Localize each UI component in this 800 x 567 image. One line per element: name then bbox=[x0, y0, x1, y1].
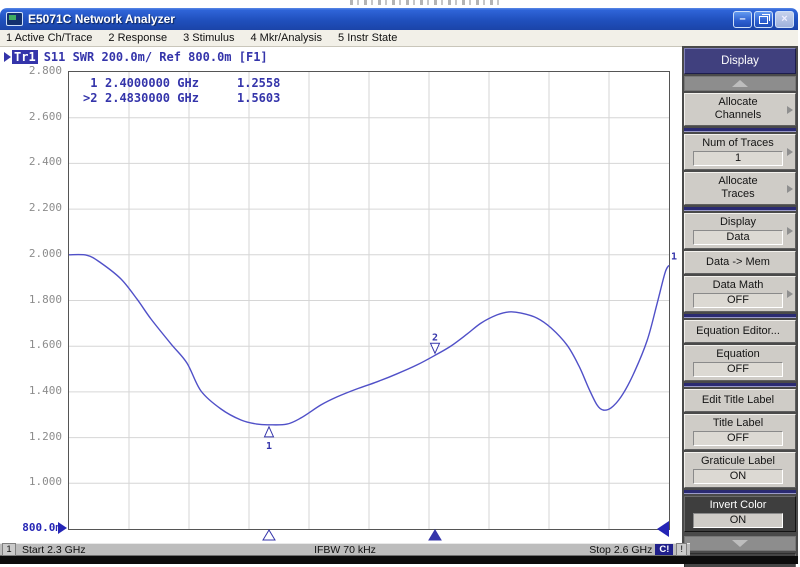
reference-level-pointer-right-icon bbox=[657, 521, 669, 537]
softkey-equation-value: OFF bbox=[693, 362, 783, 377]
menu-item-5[interactable]: 5 Instr State bbox=[338, 32, 397, 44]
softkey-num-of-traces-value: 1 bbox=[693, 151, 783, 166]
bottom-strip bbox=[0, 556, 798, 564]
softkey-menu-title: Display bbox=[684, 48, 796, 74]
softkey-separator bbox=[684, 383, 796, 387]
submenu-arrow-icon bbox=[787, 148, 793, 156]
graph-region: Tr1 S11 SWR 200.0m/ Ref 800.0m [F1] 2.80… bbox=[0, 47, 682, 545]
softkey-data-to-mem[interactable]: Data -> Mem bbox=[684, 251, 796, 274]
softkey-sidebar: Display AllocateChannels Num of Traces1Al… bbox=[682, 46, 798, 556]
window-titlebar: E5071C Network Analyzer – × bbox=[0, 8, 798, 30]
trace-format-text: S11 SWR 200.0m/ Ref 800.0m [F1] bbox=[44, 50, 268, 64]
swr-chart: 121 bbox=[69, 72, 669, 529]
softkey-display-data[interactable]: DisplayData bbox=[684, 213, 796, 249]
app-icon bbox=[6, 12, 23, 26]
submenu-arrow-icon bbox=[787, 185, 793, 193]
softkey-invert-color[interactable]: Invert ColorON bbox=[684, 496, 796, 532]
y-axis-tick-label: 1.000 bbox=[0, 475, 62, 488]
marker-readout-row: 12.4000000 GHz1.2558 bbox=[83, 76, 280, 91]
marker-2-stimulus-indicator[interactable] bbox=[429, 530, 441, 540]
close-button[interactable]: × bbox=[775, 11, 794, 28]
softkey-scroll-up[interactable] bbox=[684, 76, 796, 91]
svg-text:2: 2 bbox=[432, 332, 438, 343]
softkey-invert-color-value: ON bbox=[693, 513, 783, 528]
softkey-num-of-traces[interactable]: Num of Traces1 bbox=[684, 134, 796, 170]
stop-frequency-label: Stop 2.6 GHz bbox=[589, 544, 652, 556]
softkey-scroll-down[interactable] bbox=[684, 536, 796, 551]
softkey-edit-title-label[interactable]: Edit Title Label bbox=[684, 389, 796, 412]
y-axis-tick-label: 800.0m bbox=[0, 521, 62, 534]
softkey-allocate-channels[interactable]: AllocateChannels bbox=[684, 93, 796, 126]
y-axis-tick-label: 1.800 bbox=[0, 293, 62, 306]
softkey-graticule-label-value: ON bbox=[693, 469, 783, 484]
menu-item-4[interactable]: 4 Mkr/Analysis bbox=[250, 32, 322, 44]
softkey-graticule-label[interactable]: Graticule LabelON bbox=[684, 452, 796, 488]
warning-badge: ! bbox=[676, 543, 687, 556]
scroll-up-icon bbox=[732, 80, 748, 87]
softkey-separator bbox=[684, 207, 796, 211]
status-bar: 1 Start 2.3 GHz IFBW 70 kHz Stop 2.6 GHz… bbox=[0, 543, 690, 556]
softkey-data-math[interactable]: Data MathOFF bbox=[684, 276, 796, 312]
softkey-separator bbox=[684, 490, 796, 494]
y-axis-tick-label: 2.600 bbox=[0, 110, 62, 123]
trace-end-number: 1 bbox=[671, 251, 677, 262]
softkey-title-label[interactable]: Title LabelOFF bbox=[684, 414, 796, 450]
softkey-title-label-value: OFF bbox=[693, 431, 783, 446]
submenu-arrow-icon bbox=[787, 227, 793, 235]
menu-bar: 1 Active Ch/Trace 2 Response 3 Stimulus 4 M… bbox=[0, 30, 798, 47]
reference-level-pointer-icon bbox=[58, 522, 67, 534]
softkey-separator bbox=[684, 128, 796, 132]
menu-item-2[interactable]: 2 Response bbox=[108, 32, 167, 44]
y-axis-tick-label: 2.800 bbox=[0, 64, 62, 77]
y-axis-tick-label: 1.600 bbox=[0, 338, 62, 351]
ifbw-label: IFBW 70 kHz bbox=[0, 544, 690, 556]
gridlines bbox=[69, 72, 669, 529]
e5071c-screen: E5071C Network Analyzer – × 1 Active Ch/… bbox=[0, 0, 800, 567]
submenu-arrow-icon bbox=[787, 290, 793, 298]
y-axis-tick-label: 1.400 bbox=[0, 384, 62, 397]
softkey-separator bbox=[684, 314, 796, 318]
softkey-display-data-value: Data bbox=[693, 230, 783, 245]
restore-icon bbox=[759, 16, 768, 24]
restore-button[interactable] bbox=[754, 11, 773, 28]
menu-item-1[interactable]: 1 Active Ch/Trace bbox=[6, 32, 92, 44]
cropped-header-text bbox=[0, 0, 800, 8]
softkey-allocate-traces[interactable]: AllocateTraces bbox=[684, 172, 796, 205]
marker-2-symbol[interactable]: 2 bbox=[431, 332, 440, 353]
y-axis-tick-label: 2.400 bbox=[0, 155, 62, 168]
minimize-button[interactable]: – bbox=[733, 11, 752, 28]
svg-text:1: 1 bbox=[266, 441, 272, 452]
plot-area[interactable]: 121 12.4000000 GHz1.2558>22.4830000 GHz1… bbox=[68, 71, 670, 530]
softkey-data-math-value: OFF bbox=[693, 293, 783, 308]
scroll-down-icon bbox=[732, 540, 748, 547]
correction-status-badge: C! bbox=[655, 544, 673, 555]
marker-readout: 12.4000000 GHz1.2558>22.4830000 GHz1.560… bbox=[83, 76, 280, 106]
marker-readout-row: >22.4830000 GHz1.5603 bbox=[83, 91, 280, 106]
y-axis-tick-label: 2.200 bbox=[0, 201, 62, 214]
window-title: E5071C Network Analyzer bbox=[28, 12, 733, 26]
softkey-equation-editor[interactable]: Equation Editor... bbox=[684, 320, 796, 343]
marker-1-symbol[interactable]: 1 bbox=[265, 427, 274, 452]
marker-1-stimulus-indicator[interactable] bbox=[263, 530, 275, 540]
y-axis-tick-label: 1.200 bbox=[0, 430, 62, 443]
softkey-equation[interactable]: EquationOFF bbox=[684, 345, 796, 381]
y-axis-labels: 2.800 2.600 2.400 2.200 2.000 1.800 1.600 1.400… bbox=[0, 47, 62, 545]
submenu-arrow-icon bbox=[787, 106, 793, 114]
menu-item-3[interactable]: 3 Stimulus bbox=[183, 32, 234, 44]
y-axis-tick-label: 2.000 bbox=[0, 247, 62, 260]
